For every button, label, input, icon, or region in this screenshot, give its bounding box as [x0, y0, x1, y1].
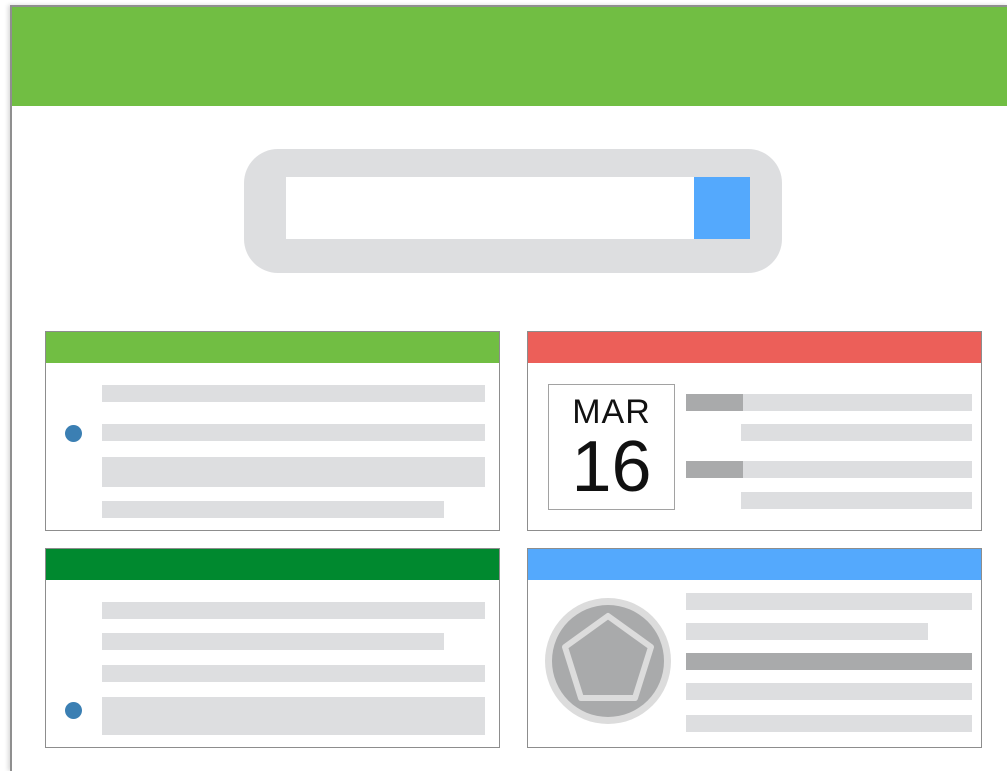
card-header [528, 549, 981, 580]
placeholder-block [102, 457, 485, 487]
search-input[interactable] [286, 177, 694, 239]
placeholder-line [686, 715, 972, 732]
card-calendar: MAR 16 [527, 331, 982, 531]
card-profile [527, 548, 982, 748]
placeholder-tag [686, 394, 743, 411]
bullet-dot [65, 702, 82, 719]
placeholder-line [102, 633, 444, 650]
placeholder-line [102, 424, 485, 441]
placeholder-tag [686, 461, 743, 478]
bullet-dot [65, 425, 82, 442]
placeholder-line [686, 623, 928, 640]
placeholder-line [686, 593, 972, 610]
placeholder-line [686, 683, 972, 700]
placeholder-line [102, 385, 485, 402]
placeholder-block [102, 697, 485, 735]
search-button[interactable] [694, 177, 750, 239]
card-header [528, 332, 981, 363]
card-header [46, 549, 499, 580]
card-header [46, 332, 499, 363]
calendar-date-tile: MAR 16 [548, 384, 675, 510]
top-header-bar [12, 7, 1007, 106]
placeholder-line [102, 602, 485, 619]
calendar-day: 16 [571, 427, 652, 507]
card-list-green [45, 331, 500, 531]
placeholder-line-highlight [686, 653, 972, 670]
placeholder-line [741, 492, 972, 509]
pentagon-avatar-icon [545, 598, 671, 724]
placeholder-line [102, 501, 444, 518]
placeholder-line [102, 665, 485, 682]
calendar-month: MAR [572, 393, 651, 431]
placeholder-line [741, 424, 972, 441]
card-list-darkgreen [45, 548, 500, 748]
